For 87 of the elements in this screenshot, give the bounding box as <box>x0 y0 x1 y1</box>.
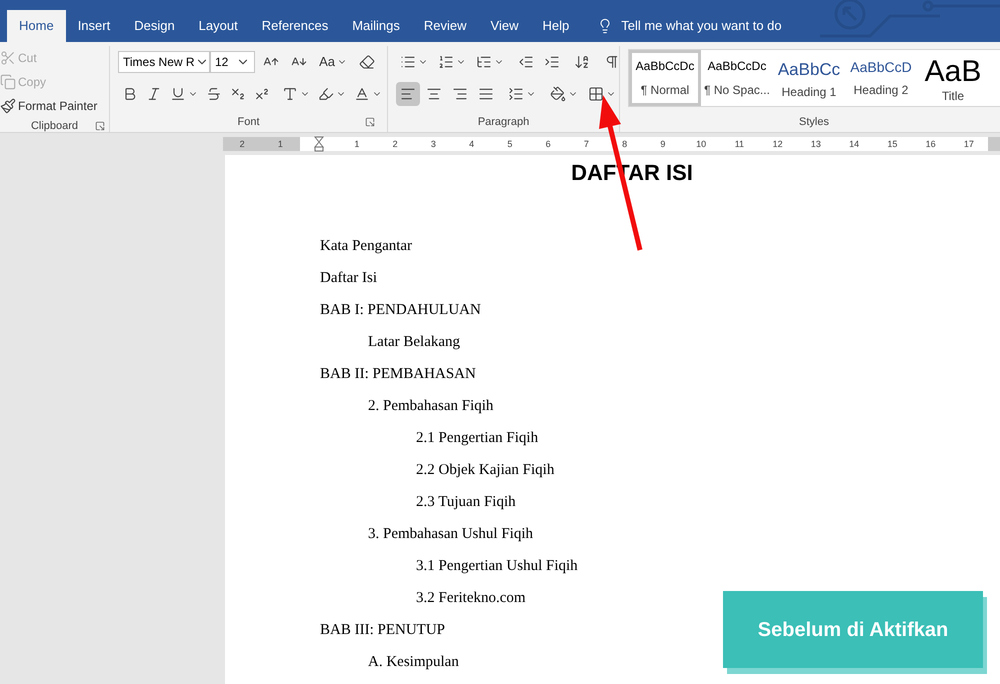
toc-entry: 3.2 Feritekno.com <box>416 588 526 608</box>
ruler-number: 16 <box>926 140 936 148</box>
ruler-number: 17 <box>964 140 974 148</box>
ruler-number: 7 <box>584 140 589 148</box>
ruler-number: 8 <box>622 140 628 148</box>
style-option[interactable]: AaBbCcDc ¶ No Spac... <box>701 50 773 106</box>
style-option[interactable]: AaB Title <box>917 50 989 106</box>
group-label: Clipboard <box>30 118 78 134</box>
ruler-number: 6 <box>546 140 551 148</box>
ruler-number: 4 <box>469 140 474 148</box>
toc-entry: 2.3 Tujuan Fiqih <box>416 492 516 512</box>
align-right-icon <box>452 86 468 102</box>
text-effects-icon <box>282 86 298 102</box>
font-color-icon <box>354 86 370 102</box>
underline-icon <box>170 86 186 102</box>
toc-entry: Kata Pengantar <box>320 236 412 256</box>
toc-entry: Latar Belakang <box>368 332 460 352</box>
strikethrough-icon <box>206 86 222 102</box>
caption-banner: Sebelum di Aktifkan <box>723 591 983 668</box>
shading-icon <box>550 86 566 102</box>
group-label: Paragraph <box>478 114 530 130</box>
ribbon-tab[interactable]: Review <box>412 10 479 42</box>
ribbon-tab[interactable]: Mailings <box>340 10 412 42</box>
toc-entry: BAB III: PENUTUP <box>320 620 446 640</box>
group-label: Font <box>237 114 260 130</box>
decrease-indent-icon <box>518 54 534 70</box>
style-option[interactable]: AaBbCcDc ¶ Normal <box>629 50 701 106</box>
copy-icon <box>0 74 16 90</box>
dialog-launcher-icon[interactable] <box>95 121 105 131</box>
line-spacing-icon <box>508 86 524 102</box>
ruler-number: 10 <box>696 140 706 148</box>
toc-entry: A. Kesimpulan <box>368 652 459 672</box>
ribbon-tab[interactable]: Help <box>530 10 582 42</box>
italic-icon <box>146 86 162 102</box>
ruler-number: 13 <box>810 140 821 148</box>
highlight-icon <box>318 86 334 102</box>
ribbon-tab[interactable]: View <box>478 10 530 42</box>
ribbon-tab[interactable]: Insert <box>66 10 122 42</box>
toc-entry: 2. Pembahasan Fiqih <box>368 396 494 416</box>
ruler-number: 14 <box>849 140 860 148</box>
format-painter-icon <box>0 98 16 114</box>
indent-marker-icon[interactable] <box>314 136 324 152</box>
ruler-number: 5 <box>507 140 512 148</box>
ruler-number: 15 <box>887 140 898 148</box>
align-left-button[interactable] <box>396 82 420 106</box>
ruler-number: 12 <box>772 140 783 148</box>
align-left-icon <box>400 86 416 102</box>
style-option[interactable]: AaBbCcD Heading 2 <box>845 50 917 106</box>
toc-entry: 3. Pembahasan Ushul Fiqih <box>368 524 533 544</box>
clear-formatting-icon <box>359 54 375 70</box>
toc-entry: 3.1 Pengertian Ushul Fiqih <box>416 556 578 576</box>
group-label: Styles <box>799 114 829 130</box>
cut-icon <box>0 50 16 66</box>
borders-icon <box>588 86 604 102</box>
dialog-launcher-icon[interactable] <box>365 117 375 127</box>
toc-entry: 2.2 Objek Kajian Fiqih <box>416 460 554 480</box>
toc-entry: Daftar Isi <box>320 268 378 288</box>
toc-entry: BAB I: PENDAHULUAN <box>320 300 481 320</box>
align-justify-icon <box>478 86 494 102</box>
ruler-number: 2 <box>392 140 398 148</box>
change-case-button[interactable]: Aa <box>315 50 351 74</box>
ribbon-tab[interactable]: Design <box>122 10 187 42</box>
multilevel-list-icon <box>476 54 492 70</box>
ruler-number: 1 <box>278 140 283 148</box>
toc-entry: 2.1 Pengertian Fiqih <box>416 428 538 448</box>
toc-entry: BAB II: PEMBAHASAN <box>320 364 476 384</box>
ruler-number: 1 <box>354 140 360 148</box>
format-painter-button[interactable]: Format Painter <box>0 94 109 118</box>
tell-me-field[interactable]: Tell me what you want to do <box>597 10 782 42</box>
ruler-number: 2 <box>240 140 245 148</box>
ruler-number: 11 <box>734 140 744 148</box>
ruler-number: 9 <box>660 140 666 148</box>
ribbon-tab[interactable]: Home <box>7 10 66 42</box>
numbering-icon <box>438 54 454 70</box>
show-formatting-marks-icon <box>604 54 620 70</box>
style-option[interactable]: AaBbCc Heading 1 <box>773 50 845 106</box>
align-center-icon <box>426 86 442 102</box>
ruler-margin <box>988 137 1000 151</box>
font-size-field[interactable]: 12 <box>210 51 256 73</box>
sort-icon <box>574 54 590 70</box>
ruler-number: 3 <box>430 140 436 148</box>
increase-indent-icon <box>544 54 560 70</box>
ribbon-tab[interactable]: Layout <box>186 10 250 42</box>
subscript-icon <box>230 86 246 102</box>
superscript-icon <box>254 86 270 102</box>
font-name-field[interactable]: Times New R <box>118 51 210 73</box>
ribbon-tab[interactable]: References <box>250 10 340 42</box>
